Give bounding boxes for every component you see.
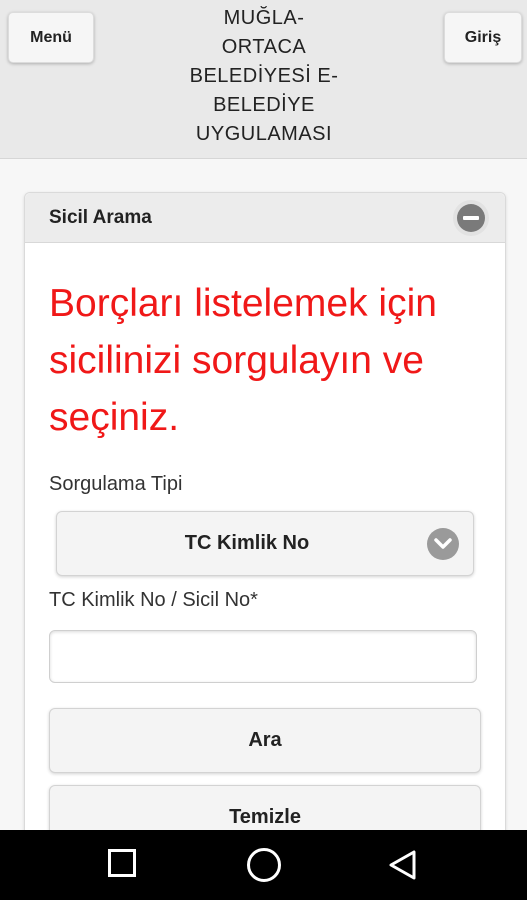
collapse-button[interactable]	[453, 200, 489, 236]
app-title-line: MUĞLA-	[223, 7, 305, 29]
menu-button[interactable]: Menü	[8, 12, 94, 63]
back-triangle-icon[interactable]	[386, 848, 420, 882]
minus-circle-icon	[457, 204, 485, 232]
id-input[interactable]	[49, 630, 477, 683]
app-title-line: BELEDİYE	[213, 94, 315, 116]
app-title-line: ORTACA	[221, 36, 307, 58]
query-type-select[interactable]: TC Kimlik No	[56, 511, 474, 576]
android-nav-bar	[0, 830, 527, 900]
app-header: Menü MUĞLA- ORTACA BELEDİYESİ E- BELEDİY…	[0, 0, 527, 159]
chevron-down-icon	[427, 528, 459, 560]
query-type-label: Sorgulama Tipi	[49, 473, 183, 495]
registry-search-panel: Sicil Arama Borçları listelemek için sic…	[24, 192, 506, 854]
panel-title: Sicil Arama	[49, 207, 152, 228]
app-title: MUĞLA- ORTACA BELEDİYESİ E- BELEDİYE UYG…	[180, 4, 348, 149]
panel-header[interactable]: Sicil Arama	[25, 193, 505, 243]
app-title-line: UYGULAMASI	[195, 123, 333, 145]
login-button[interactable]: Giriş	[444, 12, 522, 63]
notice-message: Borçları listelemek için sicilinizi sorg…	[49, 282, 437, 439]
app-title-line: BELEDİYESİ E-	[189, 65, 339, 87]
id-field-label: TC Kimlik No / Sicil No*	[49, 589, 258, 611]
recents-square-icon[interactable]	[108, 849, 136, 877]
home-circle-icon[interactable]	[247, 848, 281, 882]
search-button[interactable]: Ara	[49, 708, 481, 773]
query-type-value: TC Kimlik No	[184, 532, 310, 554]
